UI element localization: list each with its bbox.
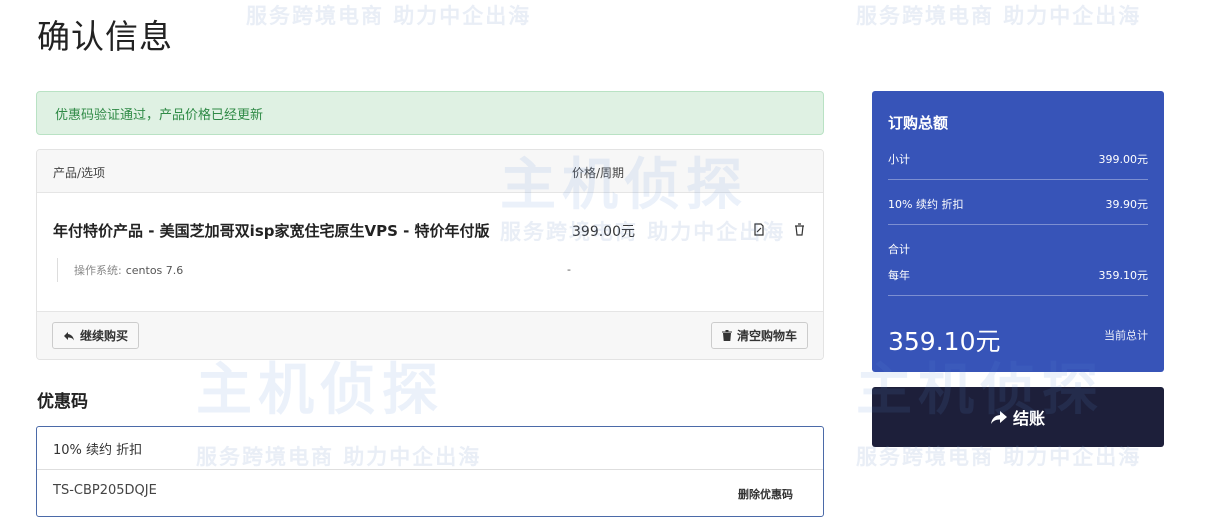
option-value: centos 7.6 — [125, 263, 184, 277]
clear-cart-button[interactable]: 清空购物车 — [710, 322, 808, 349]
summary-total-heading: 合计 — [888, 241, 1148, 257]
edit-icon — [754, 222, 764, 236]
success-alert: 优惠码验证通过，产品价格已经更新 — [36, 91, 824, 135]
subtotal-value: 399.00元 — [1098, 153, 1149, 166]
promo-code: TS-CBP205DQJE — [53, 483, 157, 498]
discount-value: 39.90元 — [1105, 198, 1149, 211]
grand-total-note: 当前总计 — [1104, 329, 1148, 342]
header-product: 产品/选项 — [53, 166, 106, 180]
header-price: 价格/周期 — [572, 166, 625, 180]
checkout-label: 结账 — [1012, 409, 1045, 428]
reply-icon — [64, 331, 74, 340]
summary-discount: 10% 续约 折扣 39.90元 — [888, 196, 1148, 212]
order-summary: 订购总额 小计 399.00元 10% 续约 折扣 39.90元 合计 每年 3… — [872, 91, 1164, 372]
cycle-label: 每年 — [888, 269, 910, 282]
checkout-button[interactable]: 结账 — [872, 387, 1164, 447]
delete-item-button[interactable] — [791, 221, 807, 237]
option-price: - — [567, 263, 571, 276]
summary-cycle: 每年 359.10元 — [888, 267, 1148, 283]
cart-item-row: 年付特价产品 - 美国芝加哥双isp家宽住宅原生VPS - 特价年付版 399.… — [37, 193, 823, 311]
remove-promo-button[interactable]: 删除优惠码 — [738, 486, 793, 502]
clear-cart-label: 清空购物车 — [736, 329, 797, 343]
option-label: 操作系统: — [74, 264, 122, 277]
total-label: 合计 — [888, 243, 910, 256]
discount-label: 10% 续约 折扣 — [888, 198, 964, 211]
promo-section-title: 优惠码 — [37, 392, 88, 412]
summary-divider — [888, 179, 1148, 180]
cart-footer: 继续购买 清空购物车 — [37, 311, 823, 359]
share-arrow-icon — [990, 410, 1007, 424]
grand-total: 359.10元 — [888, 327, 1001, 356]
watermark-slogan: 服务跨境电商 助力中企出海 — [856, 4, 1142, 28]
continue-shopping-button[interactable]: 继续购买 — [52, 322, 140, 349]
product-option: 操作系统: centos 7.6 — [57, 258, 183, 282]
cart-table: 产品/选项 价格/周期 年付特价产品 - 美国芝加哥双isp家宽住宅原生VPS … — [36, 149, 824, 360]
watermark-slogan: 服务跨境电商 助力中企出海 — [246, 4, 532, 28]
page-title: 确认信息 — [37, 17, 173, 56]
promo-name: 10% 续约 折扣 — [37, 427, 823, 470]
alert-message: 优惠码验证通过，产品价格已经更新 — [55, 107, 264, 123]
summary-subtotal: 小计 399.00元 — [888, 151, 1148, 167]
summary-divider — [888, 295, 1148, 296]
cycle-value: 359.10元 — [1098, 269, 1149, 282]
cart-header: 产品/选项 价格/周期 — [37, 150, 823, 193]
product-name: 年付特价产品 - 美国芝加哥双isp家宽住宅原生VPS - 特价年付版 — [53, 222, 490, 240]
promo-box: 10% 续约 折扣 TS-CBP205DQJE 删除优惠码 — [36, 426, 824, 517]
trash-icon — [721, 330, 732, 341]
trash-icon — [794, 222, 804, 236]
product-price: 399.00元 — [572, 224, 635, 240]
edit-item-button[interactable] — [751, 221, 767, 237]
continue-shopping-label: 继续购买 — [80, 329, 129, 343]
subtotal-label: 小计 — [888, 153, 910, 166]
summary-divider — [888, 224, 1148, 225]
summary-title: 订购总额 — [888, 114, 949, 132]
